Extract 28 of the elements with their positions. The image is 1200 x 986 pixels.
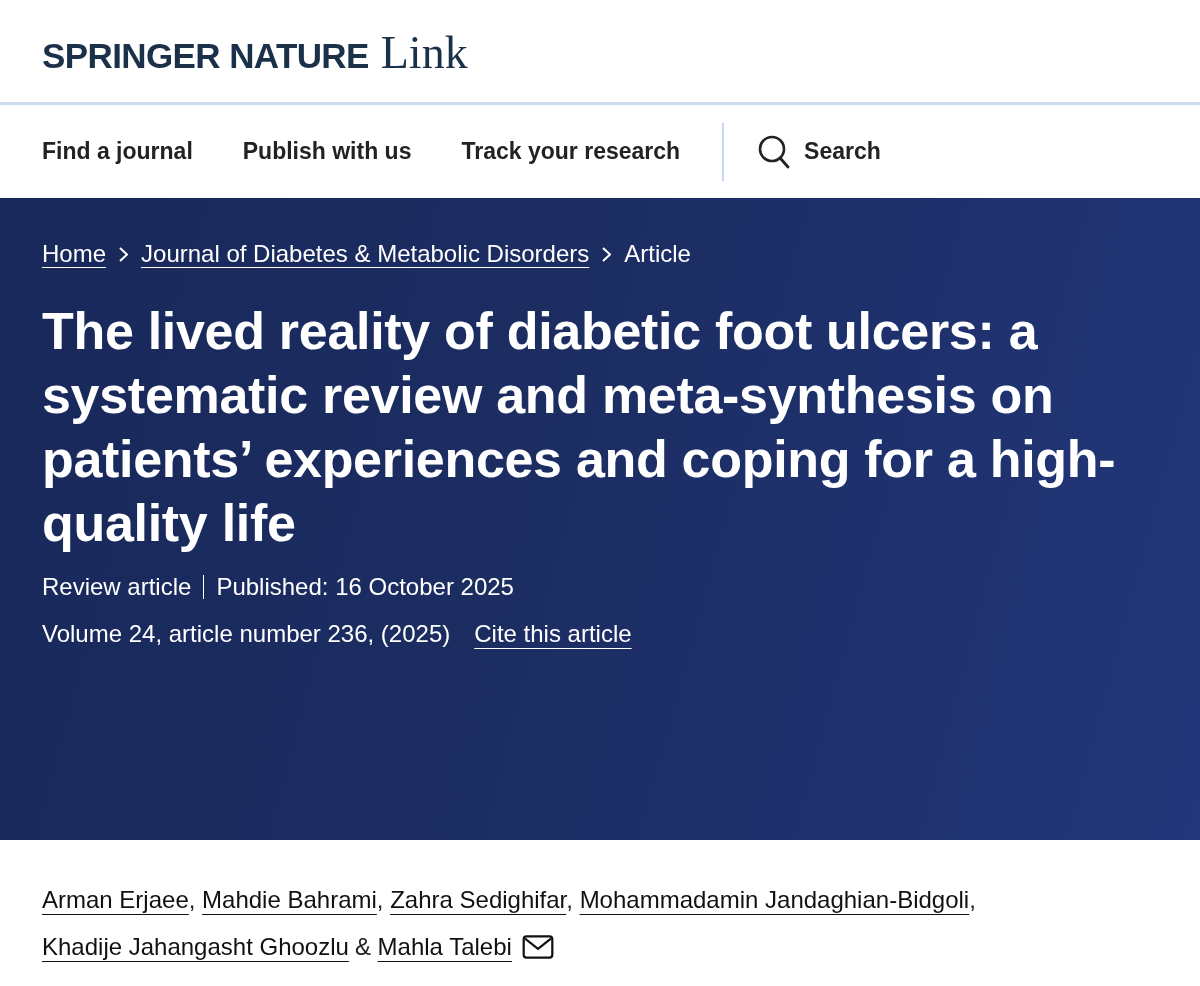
envelope-icon[interactable] [521,935,554,959]
author-link[interactable]: Khadije Jahangasht Ghoozlu [42,933,349,960]
author-separator: , [969,886,976,913]
breadcrumb-link[interactable]: Journal of Diabetes & Metabolic Disorders [141,238,590,270]
article-type: Review article [42,572,192,602]
breadcrumb-link[interactable]: Home [42,238,107,270]
cite-link[interactable]: Cite this article [474,618,632,650]
article-title: The lived reality of diabetic foot ulcers: a systematic review and meta-synthesis on patients’ experiences and coping for a high-quality life [42,301,1117,554]
citation-text: Volume 24, article number 236, (2025) [42,619,451,649]
author-link[interactable]: Mahla Talebi [377,933,512,960]
author-link[interactable]: Zahra Sedighifar [390,886,567,913]
chevron-icon [119,246,129,262]
search-button[interactable]: Search [758,134,881,169]
author-link[interactable]: Mahdie Bahrami [202,886,377,913]
breadcrumb-current: Article [624,239,691,269]
author-separator: , [376,886,384,913]
author-separator: , [188,886,196,913]
nav-link[interactable]: Publish with us [242,138,412,165]
nav-link[interactable]: Find a journal [42,138,193,165]
nav-link[interactable]: Track your research [461,138,681,165]
author-separator: & [354,933,371,960]
author-link[interactable]: Arman Erjaee [42,886,189,913]
author-separator: , [566,886,573,913]
search-icon [758,134,791,169]
author-link[interactable]: Mohammadamin Jandaghian-Bidgoli [579,886,970,913]
chevron-icon [602,246,612,262]
site-logo[interactable]: SPRINGER NATURE Link [42,23,468,79]
published-date: Published: 16 October 2025 [216,572,514,602]
